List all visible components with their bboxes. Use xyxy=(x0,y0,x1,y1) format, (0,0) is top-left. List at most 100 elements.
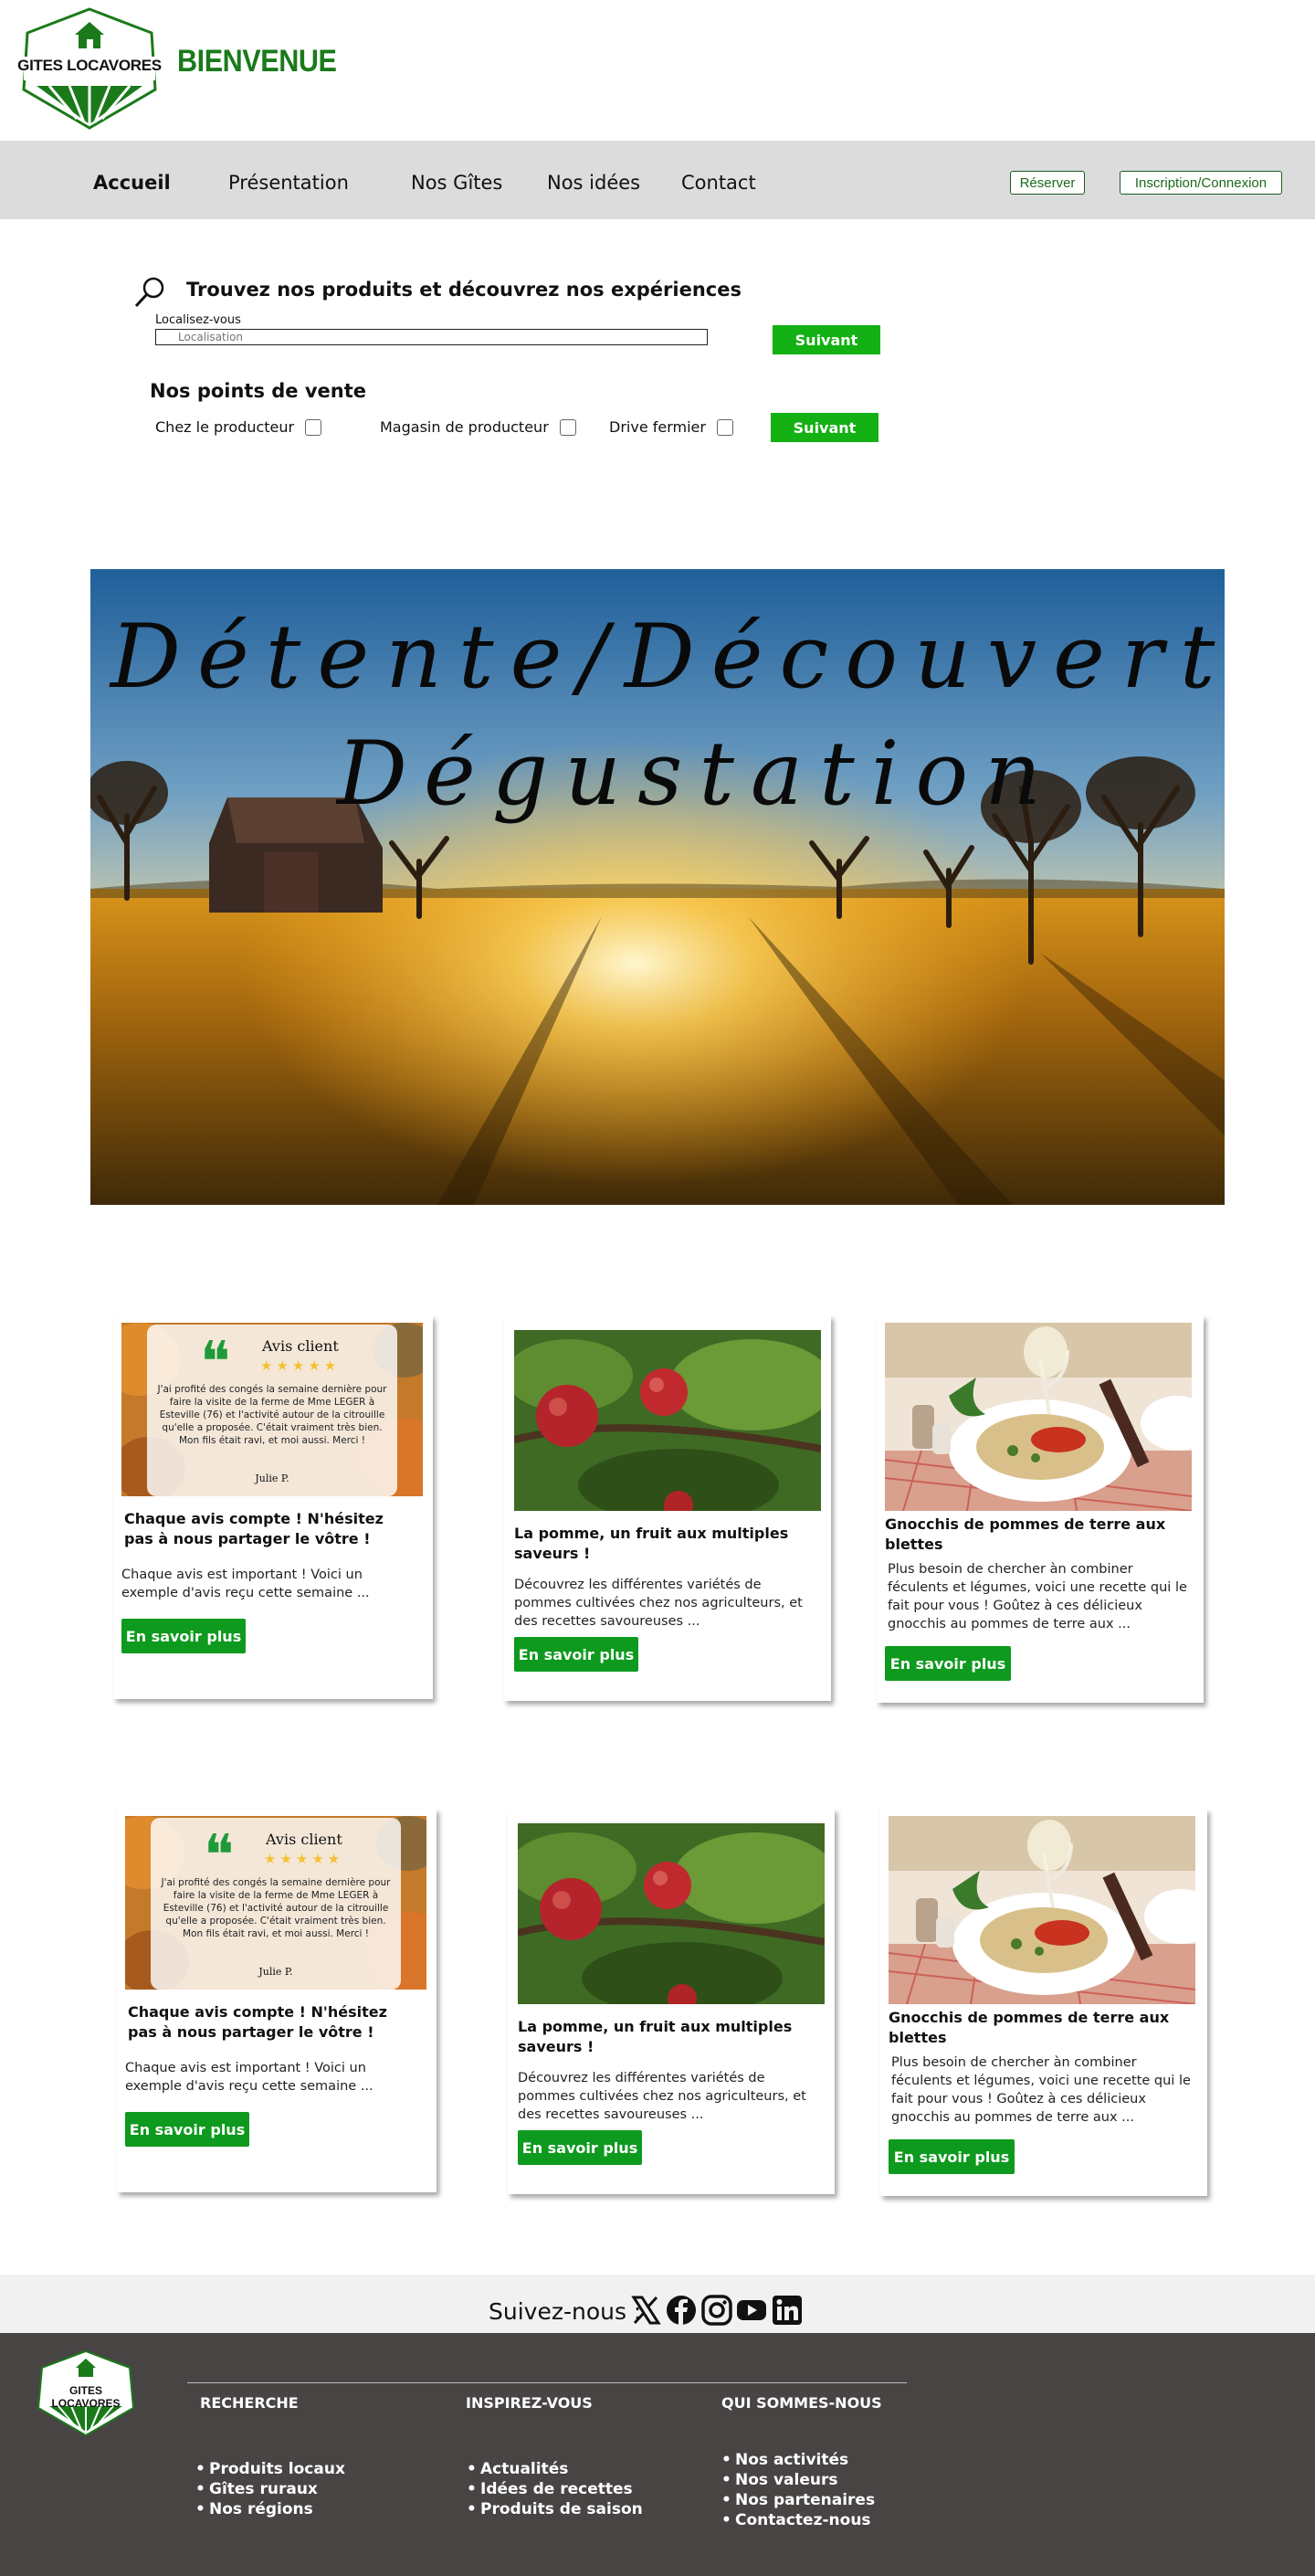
read-more-button[interactable]: En savoir plus xyxy=(125,2112,249,2147)
footer-link[interactable]: Gîtes ruraux xyxy=(195,2479,345,2499)
review-heading: Avis client xyxy=(266,1831,342,1848)
card-title: La pomme, un fruit aux multiples saveurs… xyxy=(518,2018,793,2055)
footer-heading-qui-sommes-nous: QUI SOMMES-NOUS xyxy=(721,2394,882,2412)
option-drive-checkbox[interactable] xyxy=(716,418,733,436)
apple-tree-image xyxy=(514,1330,821,1511)
search-next-button[interactable]: Suivant xyxy=(773,325,880,354)
apple-image xyxy=(518,1823,825,2004)
nav-item-accueil[interactable]: Accueil xyxy=(93,172,171,194)
location-input[interactable] xyxy=(155,329,708,345)
read-more-button[interactable]: En savoir plus xyxy=(885,1646,1011,1681)
nav-item-contact[interactable]: Contact xyxy=(681,172,756,194)
review-author: Julie P. xyxy=(258,1966,293,1978)
linkedin-icon[interactable] xyxy=(772,2295,803,2326)
card-text: Plus besoin de chercher àn combiner fécu… xyxy=(891,2055,1191,2125)
nav-item-presentation[interactable]: Présentation xyxy=(228,172,349,194)
gnocchi-image xyxy=(885,1323,1192,1511)
instagram-icon[interactable] xyxy=(701,2295,732,2326)
apple-card: La pomme, un fruit aux multiples saveurs… xyxy=(504,1315,831,1701)
search-icon xyxy=(134,277,164,308)
nav-item-nos-idees[interactable]: Nos idées xyxy=(547,172,640,194)
gnocchi-dish-image xyxy=(889,1816,1195,2004)
review-card-image: ❝ Avis client ★★★★★ J'ai profité des con… xyxy=(125,1816,426,1990)
footer-link[interactable]: Contactez-nous xyxy=(721,2510,875,2530)
footer-link[interactable]: Nos régions xyxy=(195,2499,345,2519)
quote-icon: ❝ xyxy=(204,1821,235,1888)
apple-card: La pomme, un fruit aux multiples saveurs… xyxy=(508,1809,835,2194)
review-card-image: ❝ Avis client ★★★★★ J'ai profité des con… xyxy=(121,1323,423,1496)
footer-link[interactable]: Idées de recettes xyxy=(467,2479,643,2499)
reserve-button[interactable]: Réserver xyxy=(1010,171,1085,195)
nav-item-nos-gites[interactable]: Nos Gîtes xyxy=(411,172,502,194)
review-heading: Avis client xyxy=(262,1337,339,1355)
footer-heading-inspirez-vous: INSPIREZ-VOUS xyxy=(466,2394,593,2412)
option-magasin-label: Magasin de producteur xyxy=(380,418,549,436)
quote-icon: ❝ xyxy=(200,1328,231,1395)
footer-link[interactable]: Produits locaux xyxy=(195,2459,345,2479)
logo-text: GITES LOCAVORES xyxy=(17,57,162,74)
footer-link[interactable]: Nos partenaires xyxy=(721,2490,875,2510)
read-more-button[interactable]: En savoir plus xyxy=(514,1637,638,1672)
apple-tree-image xyxy=(518,1823,825,2004)
read-more-button[interactable]: En savoir plus xyxy=(518,2130,642,2165)
gnocchi-card: Gnocchis de pommes de terre aux blettes … xyxy=(880,1809,1207,2196)
footer-list-inspirez-vous: Actualités Idées de recettes Produits de… xyxy=(467,2459,643,2519)
card-title: La pomme, un fruit aux multiples saveurs… xyxy=(514,1525,789,1562)
review-author: Julie P. xyxy=(255,1473,289,1484)
search-title: Trouvez nos produits et découvrez nos ex… xyxy=(186,279,742,301)
gnocchi-image xyxy=(889,1816,1195,2004)
points-next-button[interactable]: Suivant xyxy=(771,413,878,442)
footer-link[interactable]: Nos valeurs xyxy=(721,2470,875,2490)
gnocchi-card: Gnocchis de pommes de terre aux blettes … xyxy=(877,1315,1204,1703)
site-footer xyxy=(0,2333,1315,2576)
card-text: Chaque avis est important ! Voici un exe… xyxy=(121,1568,370,1600)
option-producteur-label: Chez le producteur xyxy=(155,418,295,436)
card-title: Chaque avis compte ! N'hésitez pas à nou… xyxy=(124,1510,384,1547)
footer-logo-text: GITES LOCAVORES xyxy=(51,2384,121,2410)
review-overlay: ❝ Avis client ★★★★★ J'ai profité des con… xyxy=(151,1818,401,1990)
site-logo[interactable]: GITES LOCAVORES xyxy=(16,5,163,132)
youtube-icon[interactable] xyxy=(736,2295,767,2326)
login-button[interactable]: Inscription/Connexion xyxy=(1120,171,1282,195)
facebook-icon[interactable] xyxy=(666,2295,697,2326)
card-title: Gnocchis de pommes de terre aux blettes xyxy=(885,1515,1166,1553)
review-body: J'ai profité des congés la semaine derni… xyxy=(157,1384,387,1446)
hero-banner: Détente/Découverte Dégustation xyxy=(90,569,1225,1205)
review-overlay: ❝ Avis client ★★★★★ J'ai profité des con… xyxy=(147,1325,397,1496)
card-title: Gnocchis de pommes de terre aux blettes xyxy=(889,2009,1170,2046)
card-text: Chaque avis est important ! Voici un exe… xyxy=(125,2061,373,2094)
rating-stars: ★★★★★ xyxy=(260,1357,341,1374)
gnocchi-dish-image xyxy=(885,1323,1192,1511)
footer-link[interactable]: Actualités xyxy=(467,2459,643,2479)
card-title: Chaque avis compte ! N'hésitez pas à nou… xyxy=(128,2003,387,2041)
option-magasin-checkbox[interactable] xyxy=(559,418,576,436)
welcome-title: BIENVENUE xyxy=(177,44,337,79)
option-drive[interactable]: Drive fermier xyxy=(609,418,733,436)
rating-stars: ★★★★★ xyxy=(264,1851,344,1867)
footer-list-recherche: Produits locaux Gîtes ruraux Nos régions xyxy=(195,2459,345,2519)
footer-list-qui-sommes-nous: Nos activités Nos valeurs Nos partenaire… xyxy=(721,2450,875,2530)
option-producteur[interactable]: Chez le producteur xyxy=(155,418,322,436)
footer-link[interactable]: Nos activités xyxy=(721,2450,875,2470)
option-producteur-checkbox[interactable] xyxy=(305,418,322,436)
apple-image xyxy=(514,1330,821,1511)
hero-title-line1: Détente/Découverte xyxy=(110,606,1225,708)
follow-label: Suivez-nous : xyxy=(489,2298,642,2325)
footer-divider xyxy=(187,2382,907,2383)
footer-logo[interactable]: GITES LOCAVORES xyxy=(35,2349,137,2437)
review-body: J'ai profité des congés la semaine derni… xyxy=(161,1877,391,1939)
card-text: Plus besoin de chercher àn combiner fécu… xyxy=(888,1562,1187,1631)
points-title: Nos points de vente xyxy=(150,380,367,402)
card-text: Découvrez les différentes variétés de po… xyxy=(518,2071,806,2122)
main-navigation: Accueil Présentation Nos Gîtes Nos idées… xyxy=(0,141,1315,219)
card-text: Découvrez les différentes variétés de po… xyxy=(514,1578,803,1629)
footer-link[interactable]: Produits de saison xyxy=(467,2499,643,2519)
location-label: Localisez-vous xyxy=(155,313,241,327)
review-card: ❝ Avis client ★★★★★ J'ai profité des con… xyxy=(113,1315,433,1699)
read-more-button[interactable]: En savoir plus xyxy=(121,1619,246,1653)
read-more-button[interactable]: En savoir plus xyxy=(889,2139,1015,2174)
footer-heading-recherche: RECHERCHE xyxy=(200,2394,299,2412)
x-icon[interactable] xyxy=(630,2295,661,2326)
option-drive-label: Drive fermier xyxy=(609,418,706,436)
option-magasin[interactable]: Magasin de producteur xyxy=(380,418,576,436)
